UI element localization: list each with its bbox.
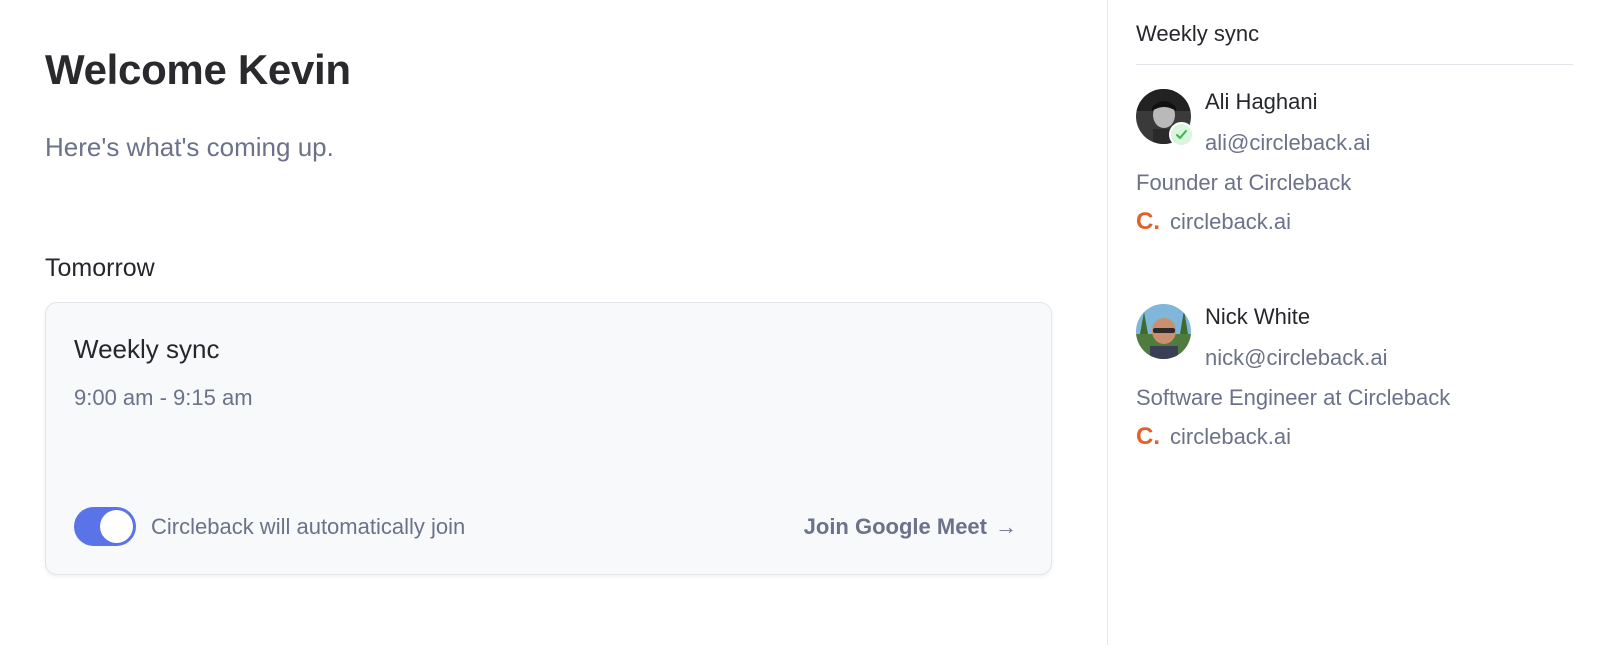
attendee-name: Ali Haghani (1205, 89, 1318, 114)
attendee-card[interactable]: Ali Haghani ali@circleback.ai Founder at… (1136, 89, 1576, 259)
attendee-email: ali@circleback.ai (1205, 130, 1371, 155)
attendee-company: C. circleback.ai (1136, 209, 1291, 235)
attendee-role: Software Engineer at Circleback (1136, 385, 1451, 410)
page-title: Welcome Kevin (45, 46, 351, 93)
avatar-photo (1136, 304, 1191, 359)
join-link-label: Join Google Meet (803, 514, 987, 539)
avatar (1136, 304, 1191, 359)
auto-join-toggle[interactable] (74, 507, 136, 546)
arrow-right-icon: → (995, 514, 1017, 539)
page-subtitle: Here's what's coming up. (45, 132, 334, 162)
toggle-knob (100, 510, 133, 543)
auto-join-label: Circleback will automatically join (151, 514, 466, 539)
meeting-time: 9:00 am - 9:15 am (74, 385, 253, 410)
day-section-label: Tomorrow (45, 254, 155, 282)
attendee-role: Founder at Circleback (1136, 170, 1352, 195)
circleback-logo-icon: C. (1136, 208, 1160, 235)
sidebar-title: Weekly sync (1136, 21, 1260, 46)
company-domain: circleback.ai (1170, 424, 1292, 449)
meeting-title: Weekly sync (74, 334, 220, 364)
attendee-company: C. circleback.ai (1136, 424, 1291, 450)
company-domain: circleback.ai (1170, 209, 1292, 234)
circleback-logo-icon: C. (1136, 423, 1160, 450)
attendee-card[interactable]: Nick White nick@circleback.ai Software E… (1136, 304, 1576, 474)
attendees-sidebar: Weekly sync Ali Haghani ali@circleback.a… (1107, 0, 1600, 645)
attendee-email: nick@circleback.ai (1205, 345, 1388, 370)
join-google-meet-link[interactable]: Join Google Meet → (804, 514, 1017, 540)
sidebar-divider (1136, 64, 1573, 65)
main-panel: Welcome Kevin Here's what's coming up. T… (0, 0, 1107, 645)
attendee-name: Nick White (1205, 304, 1311, 329)
check-icon (1169, 122, 1194, 147)
meeting-card[interactable]: Weekly sync 9:00 am - 9:15 am Circleback… (45, 302, 1052, 575)
